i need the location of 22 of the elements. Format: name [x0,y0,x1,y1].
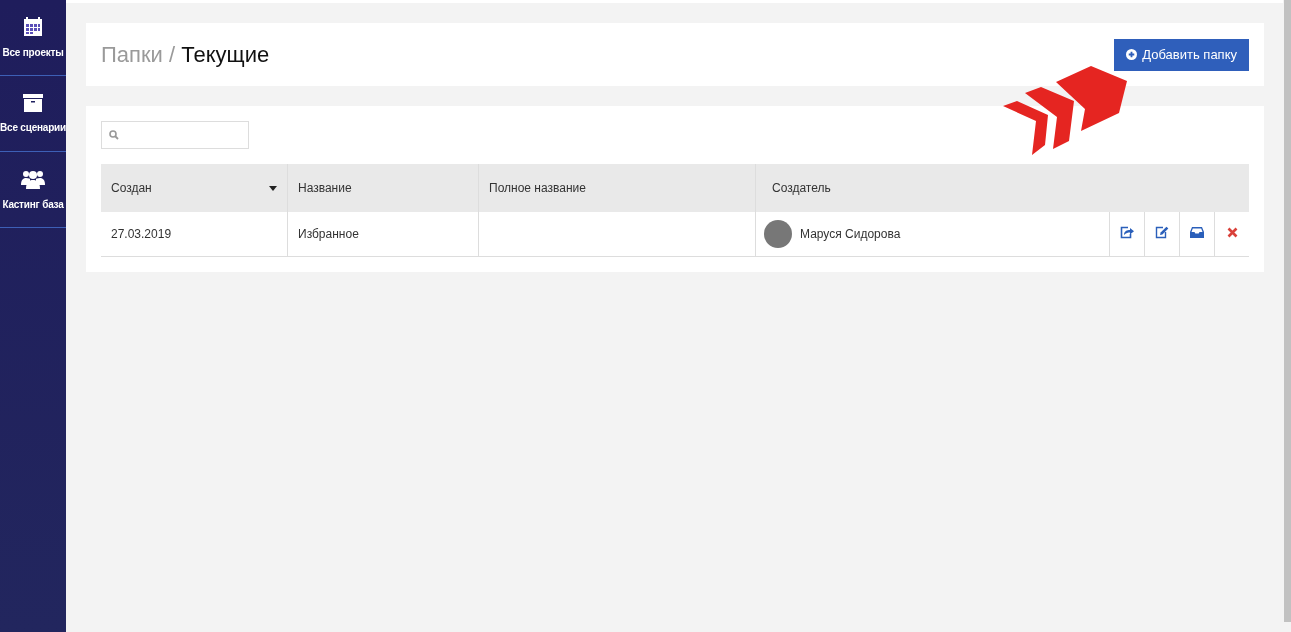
share-icon[interactable] [1120,226,1134,239]
creator-name: Маруся Сидорова [800,227,901,241]
delete-icon[interactable] [1226,227,1238,238]
folder-name: Избранное [298,227,359,241]
column-header[interactable]: Полное название [489,181,586,195]
plus-circle-icon [1126,49,1138,60]
inbox-icon[interactable] [1190,227,1204,238]
avatar [764,220,792,248]
column-header[interactable]: Создатель [772,181,831,195]
sort-caret-icon[interactable] [269,185,277,191]
page-title: Папки / Текущие [101,41,270,68]
column-header[interactable]: Название [298,181,352,195]
column-header[interactable]: Создан [111,181,152,195]
calendar-icon [23,17,43,37]
scrollbar[interactable] [1284,0,1291,622]
users-icon [21,169,45,189]
date-text: 27.03.2019 [111,227,172,241]
search-icon [109,130,119,140]
search-field[interactable] [101,121,249,149]
edit-icon[interactable] [1155,226,1169,239]
add-folder-button[interactable]: Добавить папку [1114,38,1249,71]
box-icon [23,94,43,112]
